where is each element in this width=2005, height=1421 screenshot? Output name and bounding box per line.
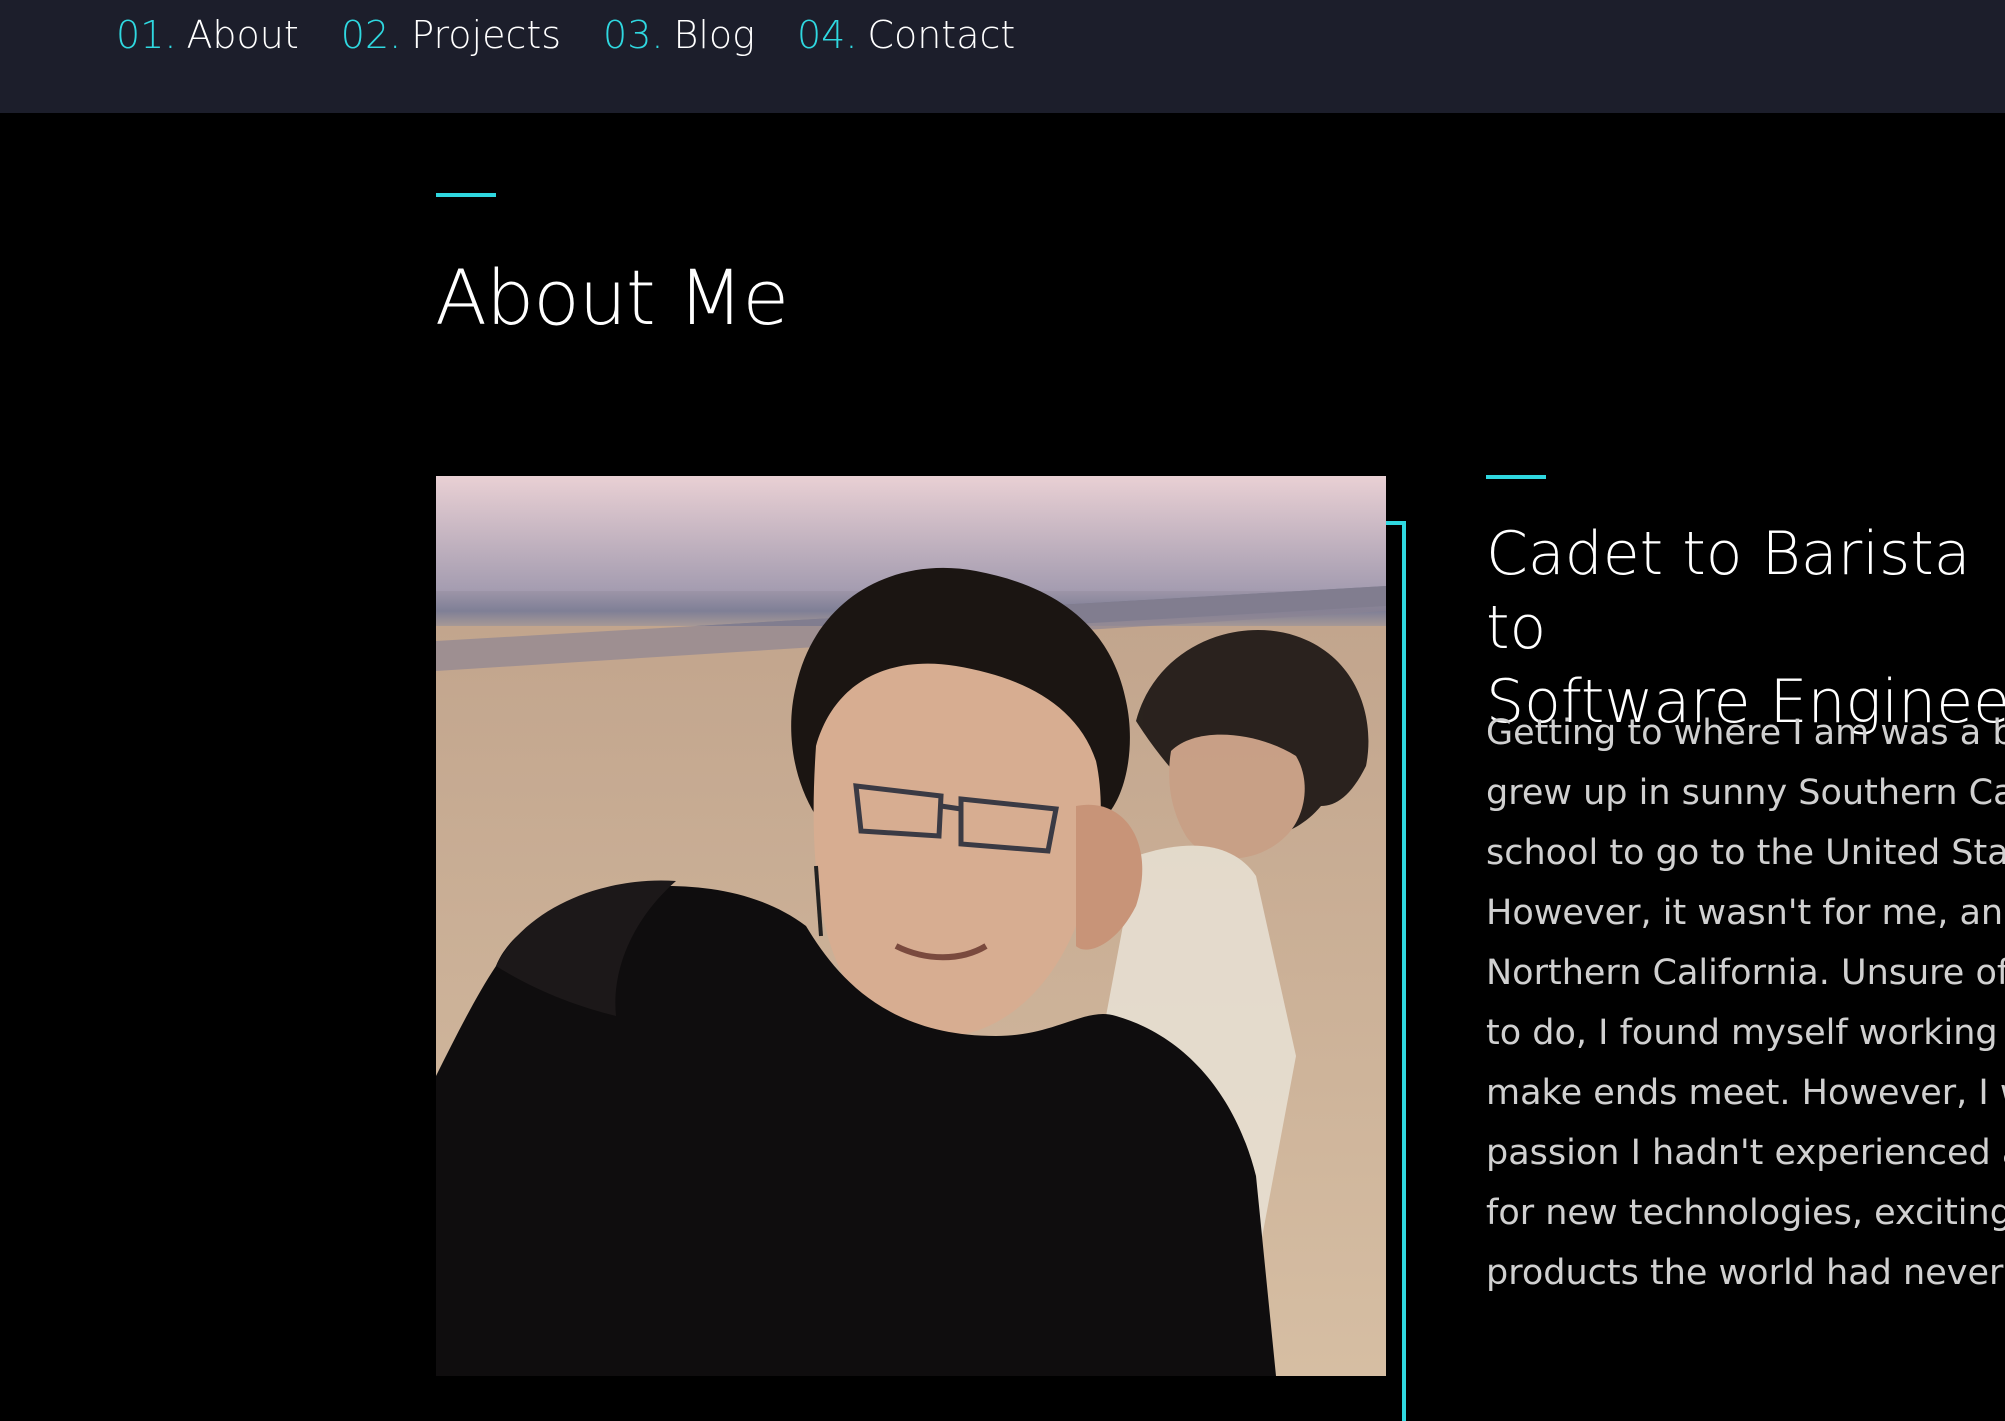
nav-number: 01. xyxy=(116,13,177,57)
profile-photo-illustration xyxy=(436,476,1386,1376)
top-navigation: 01. About 02. Projects 03. Blog 04. Cont… xyxy=(0,0,2005,113)
nav-link-projects[interactable]: 02. Projects xyxy=(341,10,561,60)
nav-label: Blog xyxy=(673,13,755,57)
section-accent-line xyxy=(436,193,496,197)
nav-link-about[interactable]: 01. About xyxy=(116,10,299,60)
nav-link-contact[interactable]: 04. Contact xyxy=(797,10,1015,60)
about-body-text: Getting to where I am was a bi grew up i… xyxy=(1486,713,2005,1293)
nav-number: 04. xyxy=(796,13,858,57)
nav-number: 02. xyxy=(340,13,402,57)
nav-number: 03. xyxy=(603,13,664,57)
nav-label: Contact xyxy=(867,13,1016,57)
nav-link-blog[interactable]: 03. Blog xyxy=(603,10,755,60)
profile-photo xyxy=(436,476,1386,1376)
section-title: About Me xyxy=(435,253,789,342)
nav-links: 01. About 02. Projects 03. Blog 04. Cont… xyxy=(116,10,1015,60)
subtitle-accent-line xyxy=(1486,475,1546,479)
about-section: About Me Cadet to Barista to Software En… xyxy=(0,113,2005,1421)
photo-frame-border xyxy=(1386,521,1406,1421)
nav-label: About xyxy=(186,13,299,57)
nav-label: Projects xyxy=(411,13,562,57)
